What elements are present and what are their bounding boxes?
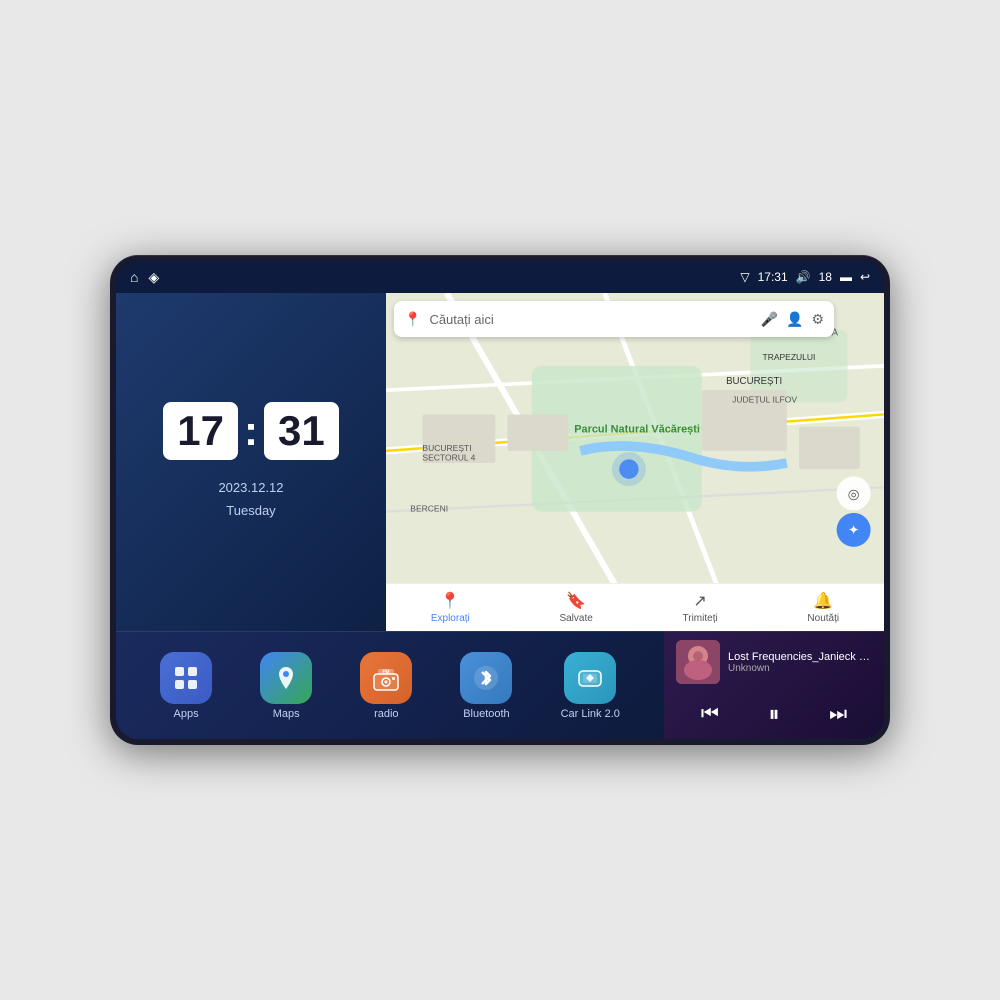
app-item-apps[interactable]: Apps — [160, 652, 212, 720]
maps-icon[interactable]: ◈ — [148, 269, 159, 286]
volume-icon: 🔊 — [796, 270, 811, 284]
music-artist: Unknown — [728, 663, 872, 674]
bluetooth-label: Bluetooth — [463, 708, 509, 720]
home-icon[interactable]: ⌂ — [130, 269, 138, 285]
svg-text:✦: ✦ — [848, 523, 859, 538]
time-display: 17:31 — [758, 270, 788, 284]
app-item-carlink[interactable]: Car Link 2.0 — [561, 652, 620, 720]
apps-label: Apps — [174, 708, 199, 720]
app-item-maps[interactable]: Maps — [260, 652, 312, 720]
album-art-image — [676, 640, 720, 684]
app-item-bluetooth[interactable]: Bluetooth — [460, 652, 512, 720]
back-icon[interactable]: ↩ — [860, 270, 870, 284]
maps-icon-bg — [260, 652, 312, 704]
app-shortcuts: Apps Maps — [116, 631, 664, 739]
apps-icon-bg — [160, 652, 212, 704]
clock-colon: : — [244, 410, 258, 452]
map-nav-noutăți[interactable]: 🔔 Noutăți — [807, 591, 839, 624]
signal-icon: ▽ — [740, 270, 749, 284]
explore-icon: 📍 — [440, 591, 460, 611]
search-placeholder: Căutați aici — [429, 312, 493, 327]
map-nav-salvate[interactable]: 🔖 Salvate — [559, 591, 592, 624]
bluetooth-icon-bg — [460, 652, 512, 704]
map-nav-trimiteți[interactable]: ↗ Trimiteți — [683, 591, 718, 624]
main-content: 17 : 31 2023.12.12 Tuesday — [116, 293, 884, 739]
map-background: Parcul Natural Văcărești BUCUREȘTI JUDEȚ… — [386, 293, 884, 609]
next-button[interactable]: ⏭ — [829, 703, 847, 726]
clock-widget: 17 : 31 2023.12.12 Tuesday — [116, 293, 386, 631]
svg-text:FM: FM — [383, 669, 390, 675]
map-pin-small-icon: 📍 — [404, 311, 421, 328]
svg-text:JUDEȚUL ILFOV: JUDEȚUL ILFOV — [732, 394, 797, 404]
music-info: Lost Frequencies_Janieck Devy-... Unknow… — [676, 640, 872, 684]
maps-pin-icon — [272, 664, 300, 692]
status-bar: ⌂ ◈ ▽ 17:31 🔊 18 ▬ ↩ — [116, 261, 884, 293]
svg-text:TRAPEZULUI: TRAPEZULUI — [763, 352, 816, 362]
radio-label: radio — [374, 708, 398, 720]
prev-button[interactable]: ⏮ — [701, 703, 719, 726]
bluetooth-symbol-icon — [472, 664, 500, 692]
clock-hours: 17 — [163, 402, 238, 460]
battery-icon: ▬ — [840, 270, 852, 284]
news-icon: 🔔 — [813, 591, 833, 611]
mic-icon[interactable]: 🎤 — [761, 311, 778, 328]
carlink-label: Car Link 2.0 — [561, 708, 620, 720]
clock-minutes: 31 — [264, 402, 339, 460]
app-item-radio[interactable]: FM radio — [360, 652, 412, 720]
radio-fm-icon: FM — [370, 662, 402, 694]
car-screen-device: ⌂ ◈ ▽ 17:31 🔊 18 ▬ ↩ 17 : — [110, 255, 890, 745]
device-screen: ⌂ ◈ ▽ 17:31 🔊 18 ▬ ↩ 17 : — [116, 261, 884, 739]
bottom-section: Apps Maps — [116, 631, 884, 739]
map-widget[interactable]: Parcul Natural Văcărești BUCUREȘTI JUDEȚ… — [386, 293, 884, 631]
radio-icon-bg: FM — [360, 652, 412, 704]
map-bottom-bar: 📍 Explorați 🔖 Salvate ↗ Trimiteți 🔔 — [386, 583, 884, 631]
signal-strength: 18 — [819, 270, 832, 284]
music-player: Lost Frequencies_Janieck Devy-... Unknow… — [664, 631, 884, 739]
clock-date: 2023.12.12 Tuesday — [218, 476, 283, 523]
svg-text:BERCENI: BERCENI — [410, 504, 448, 514]
music-controls: ⏮ ⏸ ⏭ — [676, 697, 872, 731]
album-art — [676, 640, 720, 684]
play-pause-button[interactable]: ⏸ — [768, 701, 779, 727]
status-right-info: ▽ 17:31 🔊 18 ▬ ↩ — [740, 270, 870, 284]
top-section: 17 : 31 2023.12.12 Tuesday — [116, 293, 884, 631]
carlink-icon-bg — [564, 652, 616, 704]
map-nav-explorați[interactable]: 📍 Explorați — [431, 591, 470, 624]
options-icon[interactable]: ⚙ — [811, 311, 824, 328]
maps-label: Maps — [273, 708, 300, 720]
account-icon[interactable]: 👤 — [786, 311, 803, 328]
svg-text:BUCUREȘTI: BUCUREȘTI — [726, 376, 782, 387]
clock-display: 17 : 31 — [163, 402, 338, 460]
music-title: Lost Frequencies_Janieck Devy-... — [728, 651, 872, 663]
svg-text:Parcul Natural Văcărești: Parcul Natural Văcărești — [574, 424, 700, 436]
send-icon: ↗ — [693, 591, 706, 611]
svg-text:◎: ◎ — [848, 486, 860, 501]
svg-text:BUCUREȘTISECTORUL 4: BUCUREȘTISECTORUL 4 — [422, 443, 475, 463]
status-left-icons: ⌂ ◈ — [130, 269, 159, 286]
apps-grid-icon — [172, 664, 200, 692]
music-text: Lost Frequencies_Janieck Devy-... Unknow… — [728, 651, 872, 674]
saved-icon: 🔖 — [566, 591, 586, 611]
map-search-bar[interactable]: 📍 Căutați aici 🎤 👤 ⚙ — [394, 301, 834, 337]
carlink-icon — [576, 664, 604, 692]
